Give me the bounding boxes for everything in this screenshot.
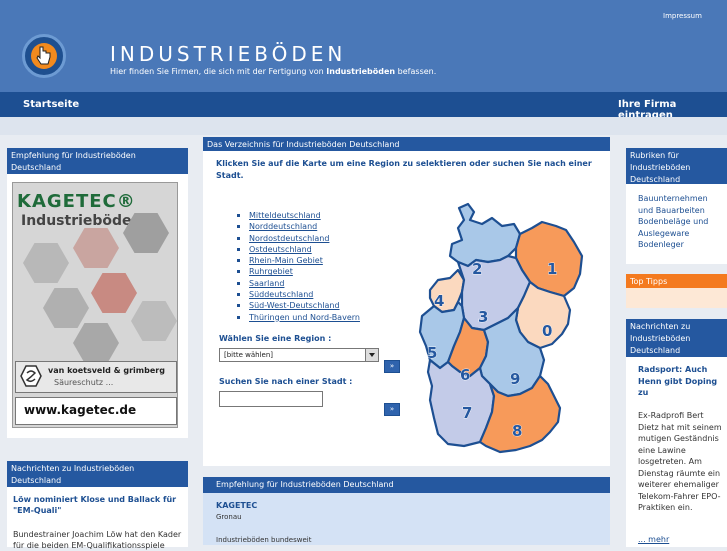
region-link[interactable]: Süd-West-Deutschland — [236, 300, 360, 311]
region-link[interactable]: Norddeutschland — [236, 221, 360, 232]
hex-tile — [23, 243, 69, 283]
map-label-0: 0 — [542, 322, 552, 340]
firm-name-link[interactable]: KAGETEC — [216, 501, 257, 510]
map-label-1: 1 — [547, 260, 557, 278]
map-label-8: 8 — [512, 422, 522, 440]
site-title: INDUSTRIEBÖDEN — [110, 42, 347, 66]
right-news-text: Ex-Radprofi Bert Dietz hat mit seinem mu… — [638, 411, 722, 512]
right-news-headline-link[interactable]: Radsport: Auch Henn gibt Doping zu — [638, 364, 724, 399]
ad-brand: KAGETEC® — [17, 191, 136, 212]
right-news-title: Nachrichten zu Industrieböden Deutschlan… — [626, 319, 727, 357]
hex-tile — [131, 301, 177, 341]
news-headline-link[interactable]: Löw nominiert Klose und Ballack für "EM-… — [13, 494, 185, 516]
firm-description: Industrieböden bundesweit — [216, 536, 312, 544]
region-link[interactable]: Süddeutschland — [236, 289, 360, 300]
news-text: Bundestrainer Joachim Löw hat den Kader … — [13, 530, 182, 550]
firm-city: Gronau — [216, 513, 242, 521]
map-label-7: 7 — [462, 404, 472, 422]
region-go-button[interactable]: » — [384, 360, 400, 373]
directory-intro: Klicken Sie auf die Karte um eine Region… — [216, 159, 592, 180]
map-label-5: 5 — [427, 344, 437, 362]
ad-product: Industrieböden — [21, 213, 142, 229]
map-label-2: 2 — [472, 260, 482, 278]
logo-icon[interactable] — [22, 34, 66, 78]
map-label-6: 6 — [460, 366, 470, 384]
region-link[interactable]: Thüringen und Nord-Bavern — [236, 312, 360, 323]
impressum-link[interactable]: Impressum — [663, 12, 702, 20]
sub-band — [0, 117, 727, 135]
region-link[interactable]: Ostdeutschland — [236, 244, 360, 255]
top-tips-box — [626, 288, 727, 308]
kagetec-ad-banner[interactable]: KAGETEC® Industrieböden van koetsveld & … — [12, 182, 178, 428]
top-tips-title: Top Tipps — [626, 274, 727, 288]
city-search-input[interactable] — [219, 391, 323, 407]
more-link[interactable]: ... mehr — [638, 535, 669, 544]
region-link[interactable]: Mitteldeutschland — [236, 210, 360, 221]
region-list: Mitteldeutschland Norddeutschland Nordostd… — [236, 210, 360, 323]
ad-company-strip: van koetsveld & grimberg Säureschutz ... — [15, 361, 177, 393]
recommendation-header: Empfehlung für Industrieböden Deutschlan… — [203, 477, 610, 493]
directory-header: Das Verzeichnis für Industrieböden Deuts… — [203, 137, 610, 151]
region-link[interactable]: Nordostdeutschland — [236, 233, 360, 244]
left-news-title: Nachrichten zu Industrieböden Deutschlan… — [7, 461, 188, 487]
region-select-label: Wählen Sie eine Region : — [219, 334, 332, 343]
region-select[interactable]: [bitte wählen] — [219, 348, 379, 362]
map-label-3: 3 — [478, 308, 488, 326]
ad-url-strip: www.kagetec.de — [15, 397, 177, 425]
company-logo-icon — [20, 365, 42, 387]
hex-tile — [73, 228, 119, 268]
left-box-title: Empfehlung für Industrieböden Deutschlan… — [7, 148, 188, 174]
nav-startseite[interactable]: Startseite — [23, 99, 79, 110]
region-link[interactable]: Ruhrgebiet — [236, 266, 360, 277]
category-links[interactable]: Bauunternehmen und Bauarbeiten Bodenbelä… — [638, 193, 724, 251]
ad-url: www.kagetec.de — [24, 403, 137, 417]
germany-region-map[interactable]: 2 1 4 3 0 5 6 9 7 8 — [404, 200, 604, 462]
map-label-9: 9 — [510, 370, 520, 388]
chevron-down-icon[interactable] — [365, 349, 378, 361]
hex-tile — [91, 273, 137, 313]
hex-tile — [73, 323, 119, 363]
categories-title: Rubriken für Industrieböden Deutschland — [626, 148, 727, 184]
site-subtitle: Hier finden Sie Firmen, die sich mit der… — [110, 67, 437, 76]
city-search-label: Suchen Sie nach einer Stadt : — [219, 377, 353, 386]
hex-tile — [43, 288, 89, 328]
region-select-value: [bitte wählen] — [224, 351, 274, 359]
city-go-button[interactable]: » — [384, 403, 400, 416]
map-label-4: 4 — [434, 292, 444, 310]
ad-company-sub: Säureschutz ... — [54, 378, 114, 387]
region-link[interactable]: Rhein-Main Gebiet — [236, 255, 360, 266]
ad-company-name: van koetsveld & grimberg — [48, 366, 165, 375]
region-link[interactable]: Saarland — [236, 278, 360, 289]
